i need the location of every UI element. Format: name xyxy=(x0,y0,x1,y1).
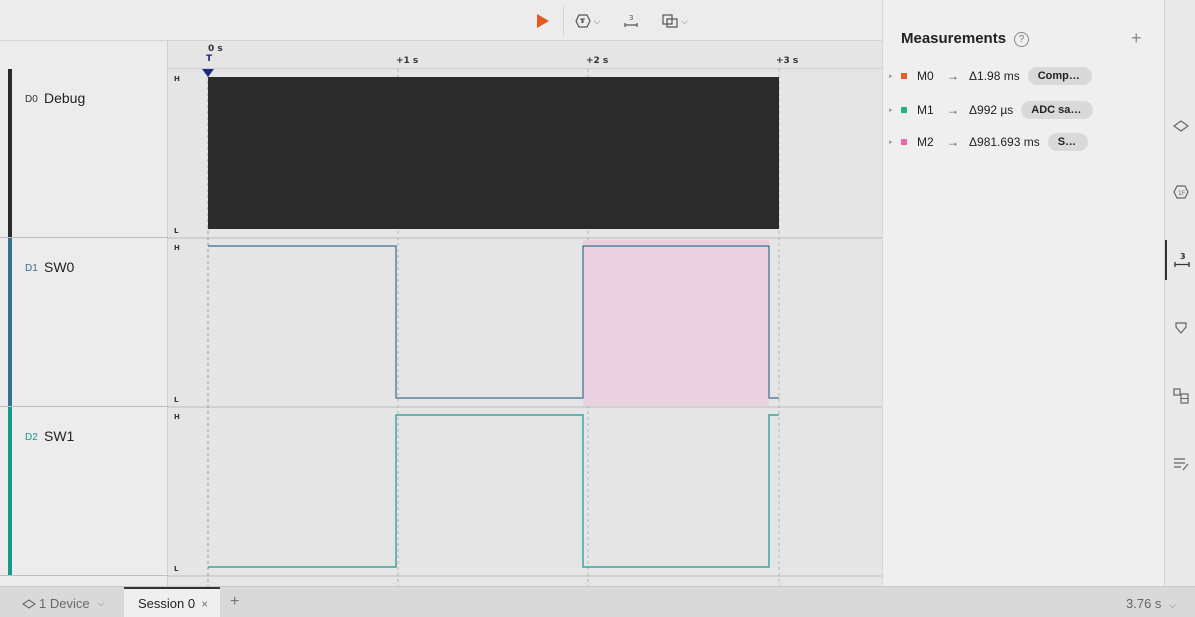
layout-icon xyxy=(1172,388,1189,404)
svg-text:3: 3 xyxy=(1180,252,1186,261)
analyzers-button[interactable]: 1F xyxy=(1165,172,1195,212)
device-icon xyxy=(22,598,36,609)
high-label: H xyxy=(174,75,180,83)
expand-icon[interactable]: ▸ xyxy=(889,138,901,146)
channel-row-d1[interactable]: D1 SW0 xyxy=(0,238,168,407)
measurement-label[interactable]: ADC sa… xyxy=(1021,101,1094,119)
measurement-row-m1[interactable]: ▸ M1 → Δ992 µs ADC sa… xyxy=(889,100,1094,120)
channel-color-bar xyxy=(8,69,12,237)
layout-button[interactable]: ⌵ xyxy=(651,6,699,36)
expand-icon[interactable]: ▸ xyxy=(889,72,901,80)
measurement-name: M2 xyxy=(917,135,934,149)
sw1-waveform xyxy=(208,414,779,568)
device-selector[interactable]: 1 Device ⌵ xyxy=(22,596,104,611)
add-session-button[interactable]: + xyxy=(230,593,239,611)
channel-name: SW0 xyxy=(44,259,75,275)
add-measurement-button[interactable]: + xyxy=(1131,28,1142,49)
measurement-row-m2[interactable]: ▸ M2 → Δ981.693 ms S… xyxy=(889,132,1089,152)
play-icon xyxy=(537,14,549,28)
color-swatch xyxy=(901,139,907,145)
trigger-icon xyxy=(574,14,591,28)
color-swatch xyxy=(901,107,907,113)
measurements-panel: Measurements? + ▸ M0 → Δ1.98 ms Comp… ▸ … xyxy=(882,0,1164,586)
expand-icon[interactable]: ▸ xyxy=(889,106,901,114)
tab-session-0[interactable]: Session 0 × xyxy=(124,587,220,617)
chevron-down-icon: ⌵ xyxy=(97,598,105,608)
waveform-canvas xyxy=(168,69,882,586)
measurement-delta: Δ1.98 ms xyxy=(969,69,1020,83)
measurement-label[interactable]: S… xyxy=(1047,133,1089,151)
channel-color-bar xyxy=(8,238,12,406)
channel-row-d0[interactable]: D0 Debug xyxy=(0,69,168,238)
chevron-down-icon: ⌵ xyxy=(1169,600,1176,610)
right-icon-rail: 1F 3 xyxy=(1164,0,1195,586)
channel-id: D0 xyxy=(25,94,38,105)
high-label: H xyxy=(174,244,180,252)
channel-color-bar xyxy=(8,407,12,575)
notes-button[interactable] xyxy=(1165,444,1195,484)
arrow-right-icon: → xyxy=(947,103,959,117)
low-label: L xyxy=(174,396,179,404)
channel-name: SW1 xyxy=(44,428,75,444)
bottom-bar: 1 Device ⌵ Session 0 × + 3.76 s ⌵ xyxy=(0,586,1195,617)
measure-button[interactable]: 3 xyxy=(611,6,651,36)
channel-list: D0 Debug D1 SW0 D2 SW1 xyxy=(0,41,168,586)
measurement-label[interactable]: Comp… xyxy=(1027,67,1092,85)
waveform-area[interactable]: 0 s +1 s +2 s +3 s T H L H L H L xyxy=(168,41,882,586)
arrow-right-icon: → xyxy=(947,69,959,83)
measure-icon: 3 xyxy=(1173,252,1190,267)
low-label: L xyxy=(174,227,179,235)
measurement-delta: Δ992 µs xyxy=(969,103,1014,117)
measurement-delta: Δ981.693 ms xyxy=(969,135,1040,149)
chevron-down-icon: ⌵ xyxy=(681,15,688,26)
trigger-marker-icon[interactable] xyxy=(202,69,214,77)
help-icon[interactable]: ? xyxy=(1014,32,1030,47)
play-button[interactable] xyxy=(523,6,563,36)
grid-layout-button[interactable] xyxy=(1165,376,1195,416)
measurement-name: M1 xyxy=(917,103,934,117)
svg-text:3: 3 xyxy=(629,14,633,22)
measurement-row-m0[interactable]: ▸ M0 → Δ1.98 ms Comp… xyxy=(889,66,1092,86)
device-icon xyxy=(1172,120,1189,132)
timing-markers-button[interactable]: 3 xyxy=(1165,240,1195,280)
debug-signal-block xyxy=(208,77,779,229)
layout-icon xyxy=(662,14,678,28)
arrow-right-icon: → xyxy=(947,135,959,149)
shield-icon xyxy=(1174,322,1187,334)
extensions-button[interactable] xyxy=(1165,308,1195,348)
low-label: L xyxy=(174,565,179,573)
svg-text:1F: 1F xyxy=(1178,190,1186,197)
trigger-button[interactable]: ⌵ xyxy=(563,6,611,36)
measurement-highlight-m2[interactable] xyxy=(583,240,769,406)
channel-row-d2[interactable]: D2 SW1 xyxy=(0,407,168,576)
measurement-name: M0 xyxy=(917,69,934,83)
channel-id: D1 xyxy=(25,263,38,274)
chevron-down-icon: ⌵ xyxy=(593,15,601,26)
measure-icon: 3 xyxy=(624,14,638,27)
channel-id: D2 xyxy=(25,432,38,443)
top-toolbar: ⌵ 3 ⌵ xyxy=(0,0,882,41)
color-swatch xyxy=(901,73,907,79)
high-label: H xyxy=(174,413,180,421)
capture-duration[interactable]: 3.76 s ⌵ xyxy=(1126,596,1176,611)
device-settings-button[interactable] xyxy=(1165,106,1195,146)
channel-name: Debug xyxy=(44,90,86,106)
close-icon[interactable]: × xyxy=(201,597,208,611)
notes-icon xyxy=(1173,458,1188,471)
measurements-title: Measurements? xyxy=(901,30,1030,47)
analyzer-icon: 1F xyxy=(1172,185,1189,199)
